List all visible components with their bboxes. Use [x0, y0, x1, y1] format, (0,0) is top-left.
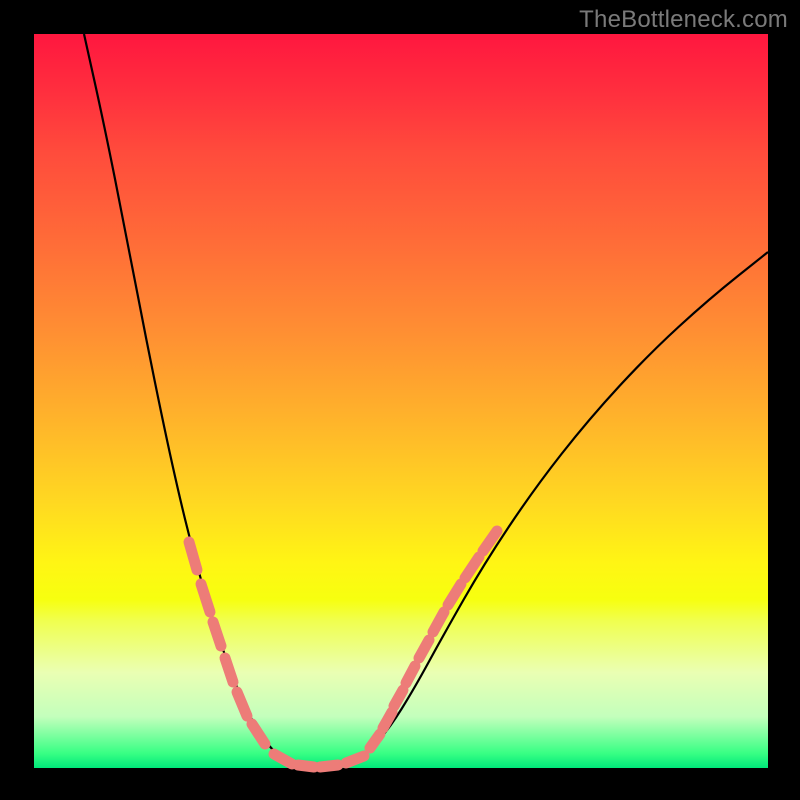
coral-dash	[237, 692, 247, 716]
coral-dash	[252, 724, 265, 744]
coral-dash	[201, 584, 210, 612]
coral-dash	[433, 612, 444, 632]
coral-dash	[225, 658, 233, 682]
watermark-text: TheBottleneck.com	[579, 6, 788, 34]
bottleneck-plot	[34, 34, 768, 768]
chart-frame	[34, 34, 768, 768]
coral-dash	[274, 754, 292, 764]
curve-group	[84, 34, 768, 767]
coral-dash	[370, 734, 380, 748]
coral-dash	[448, 584, 461, 605]
coral-dash	[383, 712, 392, 728]
coral-dash	[394, 690, 403, 706]
coral-dash	[298, 765, 314, 767]
bottleneck-curve	[84, 34, 768, 767]
coral-dash	[406, 666, 415, 683]
coral-dash-group	[189, 531, 497, 767]
coral-dash	[465, 557, 479, 578]
coral-dash	[419, 640, 429, 658]
coral-dash	[189, 542, 197, 570]
coral-dash	[346, 756, 364, 763]
coral-dash	[320, 765, 338, 767]
coral-dash	[213, 622, 221, 646]
